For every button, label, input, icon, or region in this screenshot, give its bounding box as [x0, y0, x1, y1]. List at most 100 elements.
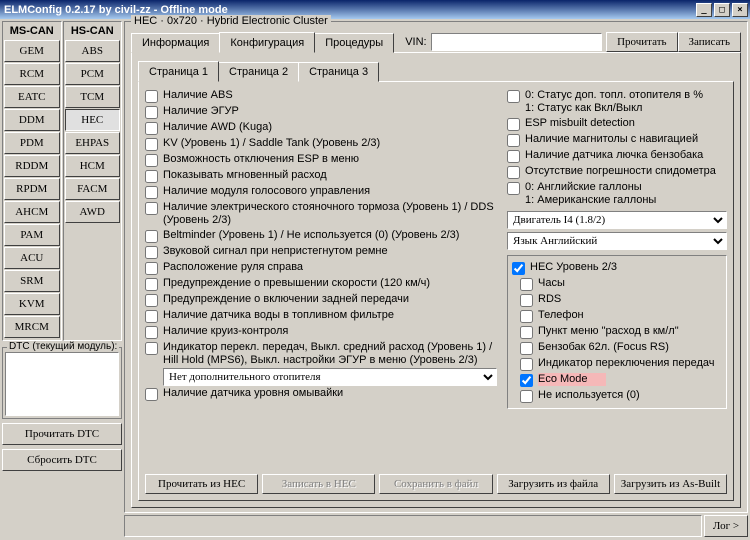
sub-option-checkbox[interactable] — [520, 326, 533, 339]
module-button-facm[interactable]: FACM — [65, 178, 121, 200]
page-tab-1[interactable]: Страница 2 — [218, 62, 299, 82]
option-checkbox[interactable] — [145, 90, 158, 103]
load-asbuilt-button[interactable]: Загрузить из As-Built — [614, 474, 727, 494]
close-icon[interactable]: × — [732, 3, 748, 17]
module-button-kvm[interactable]: KVM — [4, 293, 60, 315]
module-button-tcm[interactable]: TCM — [65, 86, 121, 108]
tab-0[interactable]: Информация — [131, 33, 220, 53]
option-checkbox[interactable] — [145, 278, 158, 291]
module-button-mrcm[interactable]: MRCM — [4, 316, 60, 338]
module-button-eatc[interactable]: EATC — [4, 86, 60, 108]
write-to-hec-button[interactable]: Записать в HEC — [262, 474, 375, 494]
module-button-rddm[interactable]: RDDM — [4, 155, 60, 177]
mscan-header: MS-CAN — [4, 23, 60, 39]
option-checkbox[interactable] — [507, 134, 520, 147]
read-dtc-button[interactable]: Прочитать DTC — [2, 423, 122, 445]
option-checkbox[interactable] — [507, 90, 520, 103]
read-button[interactable]: Прочитать — [606, 32, 677, 52]
sub-option-checkbox[interactable] — [520, 374, 533, 387]
option-checkbox[interactable] — [507, 150, 520, 163]
sub-option-checkbox[interactable] — [520, 278, 533, 291]
module-button-srm[interactable]: SRM — [4, 270, 60, 292]
tab-1[interactable]: Конфигурация — [219, 32, 315, 53]
sub-option-checkbox[interactable] — [520, 310, 533, 323]
option-checkbox[interactable] — [145, 106, 158, 119]
option-checkbox[interactable] — [145, 310, 158, 323]
option-checkbox[interactable] — [145, 202, 158, 215]
option-checkbox[interactable] — [145, 154, 158, 167]
engine-select[interactable]: Двигатель I4 (1.8/2) — [507, 211, 727, 229]
option-label: Наличие круиз-контроля — [163, 325, 288, 338]
save-to-file-button[interactable]: Сохранить в файл — [379, 474, 492, 494]
subgroup-header-label: HEC Уровень 2/3 — [530, 261, 617, 274]
option-label: Возможность отключения ESP в меню — [163, 153, 359, 166]
vin-input[interactable] — [431, 33, 602, 51]
option-checkbox[interactable] — [145, 326, 158, 339]
write-button[interactable]: Записать — [678, 32, 741, 52]
sub-option-checkbox[interactable] — [520, 342, 533, 355]
language-select[interactable]: Язык Английский — [507, 232, 727, 250]
sub-option-label: Не используется (0) — [538, 389, 640, 402]
module-button-ddm[interactable]: DDM — [4, 109, 60, 131]
vin-label: VIN: — [405, 36, 426, 48]
option-checkbox[interactable] — [507, 118, 520, 131]
read-from-hec-button[interactable]: Прочитать из HEC — [145, 474, 258, 494]
load-from-file-button[interactable]: Загрузить из файла — [497, 474, 610, 494]
module-button-awd[interactable]: AWD — [65, 201, 121, 223]
page-tab-2[interactable]: Страница 3 — [298, 62, 379, 82]
tab-2[interactable]: Процедуры — [314, 33, 394, 53]
option-label: Наличие модуля голосового управления — [163, 185, 370, 198]
option-label: Наличие ABS — [163, 89, 233, 102]
sub-option-label: Индикатор переключения передач — [538, 357, 715, 370]
minimize-icon[interactable]: _ — [696, 3, 712, 17]
option-checkbox[interactable] — [145, 294, 158, 307]
module-button-rcm[interactable]: RCM — [4, 63, 60, 85]
sub-option-label: RDS — [538, 293, 561, 306]
module-button-rpdm[interactable]: RPDM — [4, 178, 60, 200]
heater-select[interactable]: Нет дополнительного отопителя — [163, 368, 497, 386]
window-title: ELMConfig 0.2.17 by civil-zz - Offline m… — [4, 4, 228, 16]
sub-option-label: Eco Mode — [538, 373, 606, 386]
option-label: ESP misbuilt detection — [525, 117, 635, 130]
option-checkbox[interactable] — [145, 230, 158, 243]
hscan-header: HS-CAN — [65, 23, 121, 39]
sub-option-checkbox[interactable] — [520, 294, 533, 307]
option-checkbox[interactable] — [145, 170, 158, 183]
option-label: Beltminder (Уровень 1) / Не используется… — [163, 229, 459, 242]
options-column-b: 0: Статус доп. топл. отопителя в % 1: Ст… — [507, 88, 727, 466]
option-label: Индикатор перекл. передач, Выкл. средний… — [163, 341, 497, 367]
dtc-list[interactable] — [5, 352, 119, 416]
option-checkbox[interactable] — [145, 122, 158, 135]
module-button-pcm[interactable]: PCM — [65, 63, 121, 85]
sub-option-checkbox[interactable] — [520, 390, 533, 403]
option-label: Звуковой сигнал при непристегнутом ремне — [163, 245, 388, 258]
module-button-ahcm[interactable]: AHCM — [4, 201, 60, 223]
option-checkbox[interactable] — [145, 342, 158, 355]
option-label: Наличие датчика уровня омывайки — [163, 387, 343, 400]
module-button-pam[interactable]: PAM — [4, 224, 60, 246]
reset-dtc-button[interactable]: Сбросить DTC — [2, 449, 122, 471]
option-checkbox[interactable] — [145, 186, 158, 199]
module-button-acu[interactable]: ACU — [4, 247, 60, 269]
sub-option-label: Бензобак 62л. (Focus RS) — [538, 341, 669, 354]
subgroup-header-checkbox[interactable] — [512, 262, 525, 275]
option-checkbox[interactable] — [507, 182, 520, 195]
module-button-abs[interactable]: ABS — [65, 40, 121, 62]
option-label: Наличие датчика лючка бензобака — [525, 149, 703, 162]
module-button-pdm[interactable]: PDM — [4, 132, 60, 154]
option-label: Наличие AWD (Kuga) — [163, 121, 272, 134]
module-button-hcm[interactable]: HCM — [65, 155, 121, 177]
module-button-ehpas[interactable]: EHPAS — [65, 132, 121, 154]
option-checkbox[interactable] — [145, 138, 158, 151]
option-checkbox[interactable] — [145, 246, 158, 259]
module-button-hec[interactable]: HEC — [65, 109, 121, 131]
maximize-icon[interactable]: □ — [714, 3, 730, 17]
options-column-a: Наличие ABSНаличие ЭГУРНаличие AWD (Kuga… — [145, 88, 497, 466]
sub-option-checkbox[interactable] — [520, 358, 533, 371]
option-checkbox[interactable] — [507, 166, 520, 179]
option-checkbox[interactable] — [145, 262, 158, 275]
page-tab-0[interactable]: Страница 1 — [138, 61, 219, 82]
option-checkbox[interactable] — [145, 388, 158, 401]
log-button[interactable]: Лог > — [704, 515, 748, 537]
module-button-gem[interactable]: GEM — [4, 40, 60, 62]
